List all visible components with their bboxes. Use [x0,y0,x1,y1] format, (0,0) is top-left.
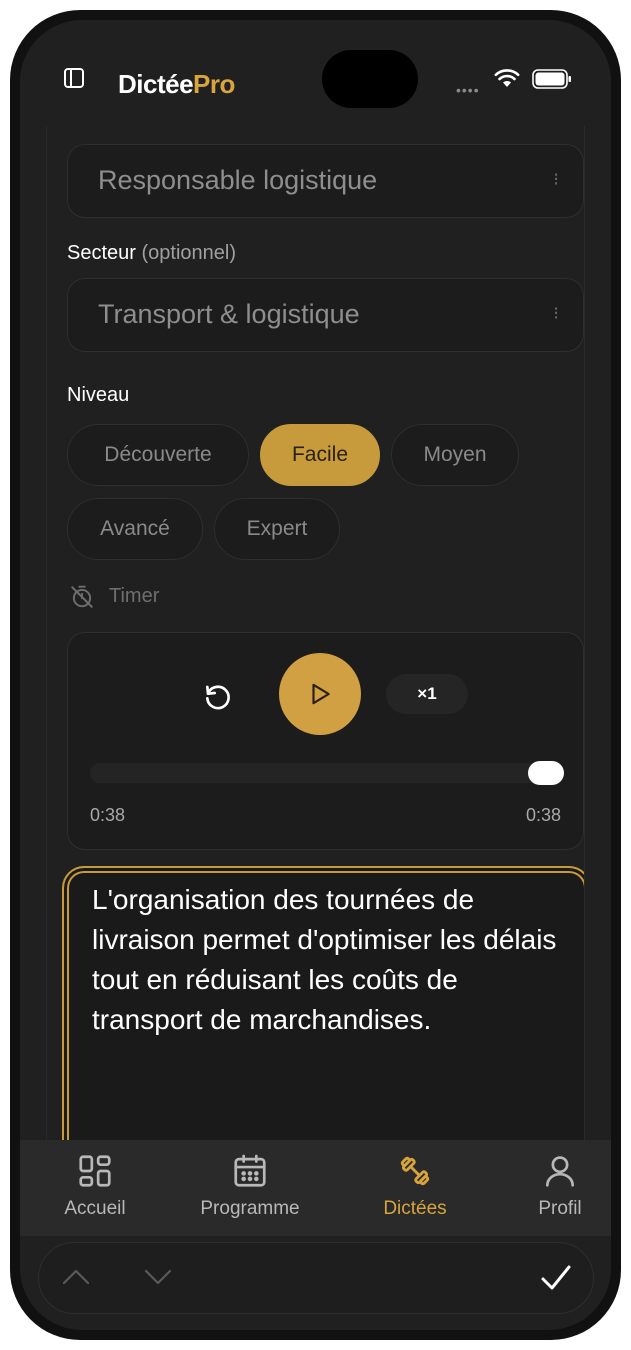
dictation-setup-content: Responsable logistique ⁝ Secteur (option… [46,126,585,1140]
keyboard-accessory-bar [38,1242,594,1314]
timer-label: Timer [109,585,160,607]
app-title-main: Dictée [118,69,194,99]
tab-programme[interactable]: Programme [180,1140,320,1236]
job-select[interactable]: Responsable logistique ⁝ [67,144,584,218]
level-chip-expert[interactable]: Expert [214,498,340,560]
chevron-icon: ⁝ [553,169,559,189]
battery-icon [532,69,571,89]
tab-dictees[interactable]: Dictées [345,1140,485,1236]
dictation-text-area[interactable]: L'organisation des tournées de livraison… [62,866,584,1140]
level-chip-decouverte[interactable]: Découverte [67,424,249,486]
grid-icon [79,1155,111,1187]
sector-select[interactable]: Transport & logistique ⁝ [67,278,584,352]
tab-accueil[interactable]: Accueil [25,1140,165,1236]
timer-off-icon [71,585,93,608]
tab-profil-label: Profil [538,1198,582,1219]
audio-player: ×1 0:38 0:38 [67,632,584,850]
total-time: 0:38 [525,805,561,825]
sector-label: Secteur (optionnel) [67,242,236,265]
audio-progress-slider[interactable] [90,761,564,785]
audio-progress-thumb[interactable] [528,761,564,785]
phone-frame: DictéePro •••• Responsable logistique ⁝ … [10,10,621,1340]
play-button[interactable] [279,653,361,735]
replay-icon[interactable] [202,681,234,713]
sidebar-toggle-icon[interactable] [62,66,86,90]
calendar-icon [234,1154,266,1187]
app-title-accent: Pro [193,69,235,99]
chevron-up-icon[interactable] [61,1265,91,1289]
job-select-value: Responsable logistique [98,165,378,195]
chevron-down-icon[interactable] [143,1265,173,1289]
app-title: DictéePro [118,69,235,100]
user-icon [545,1156,575,1187]
cellular-signal-icon: •••• [456,82,480,98]
sector-label-text: Secteur [67,242,136,264]
wifi-icon [494,69,520,87]
sector-optional-text: (optionnel) [141,242,237,264]
tab-programme-label: Programme [200,1198,300,1219]
tab-accueil-label: Accueil [64,1198,126,1219]
chevron-icon: ⁝ [553,303,559,323]
audio-progress-fill [90,763,546,783]
level-chip-avance[interactable]: Avancé [67,498,203,560]
play-icon [312,683,330,705]
dictation-text: L'organisation des tournées de livraison… [92,884,557,1035]
timer-toggle[interactable]: Timer [69,582,219,612]
level-chip-moyen[interactable]: Moyen [391,424,519,486]
sector-select-value: Transport & logistique [98,299,360,329]
dynamic-island [322,50,418,108]
tab-profil[interactable]: Profil [490,1140,611,1236]
tab-bar: Accueil Programme Dictées Profil [20,1140,611,1236]
checkmark-icon[interactable] [539,1261,573,1295]
dumbbell-icon [400,1156,430,1186]
playback-speed-button[interactable]: ×1 [386,674,468,714]
level-chip-facile[interactable]: Facile [260,424,380,486]
app-header: DictéePro •••• [20,20,611,126]
level-label: Niveau [67,384,130,406]
current-time: 0:38 [90,805,126,825]
tab-dictees-label: Dictées [383,1198,447,1219]
screen: DictéePro •••• Responsable logistique ⁝ … [20,20,611,1330]
